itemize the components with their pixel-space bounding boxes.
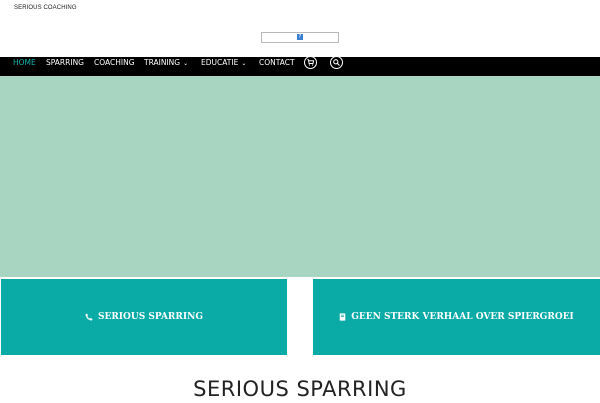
nav-item-home[interactable]: HOME xyxy=(13,57,36,69)
card-serious-sparring[interactable]: SERIOUS SPARRING xyxy=(1,279,287,355)
card-geen-sterk-verhaal[interactable]: GEEN STERK VERHAAL OVER SPIERGROEI xyxy=(313,279,600,355)
cart-button[interactable] xyxy=(304,56,317,69)
page-heading: SERIOUS SPARRING xyxy=(193,377,407,401)
search-button[interactable] xyxy=(330,56,343,69)
chevron-down-icon: ⌄ xyxy=(241,60,247,67)
logo-image[interactable]: ? xyxy=(261,32,339,43)
nav-item-training[interactable]: TRAINING ⌄ xyxy=(144,57,188,69)
site-header: SERIOUS COACHING ? xyxy=(0,0,600,57)
site-title-link[interactable]: SERIOUS COACHING xyxy=(14,5,77,11)
cart-icon xyxy=(307,59,314,66)
chevron-down-icon: ⌄ xyxy=(183,60,189,67)
nav-item-sparring[interactable]: SPARRING xyxy=(46,57,84,69)
nav-item-coaching[interactable]: COACHING xyxy=(94,57,135,69)
nav-item-contact[interactable]: CONTACT xyxy=(259,57,295,69)
card-label: SERIOUS SPARRING xyxy=(97,312,204,322)
broken-image-icon: ? xyxy=(297,34,303,40)
nav-item-training-label: TRAINING xyxy=(144,58,181,67)
card-label: GEEN STERK VERHAAL OVER SPIERGROEI xyxy=(351,312,574,322)
nav-item-educatie[interactable]: EDUCATIE ⌄ xyxy=(201,57,246,69)
search-icon xyxy=(333,59,340,66)
hero-banner xyxy=(0,76,600,277)
main-navigation: HOME SPARRING COACHING TRAINING ⌄ EDUCATI… xyxy=(0,56,600,76)
book-icon xyxy=(339,313,346,321)
nav-item-educatie-label: EDUCATIE xyxy=(201,58,239,67)
phone-icon xyxy=(85,313,93,321)
